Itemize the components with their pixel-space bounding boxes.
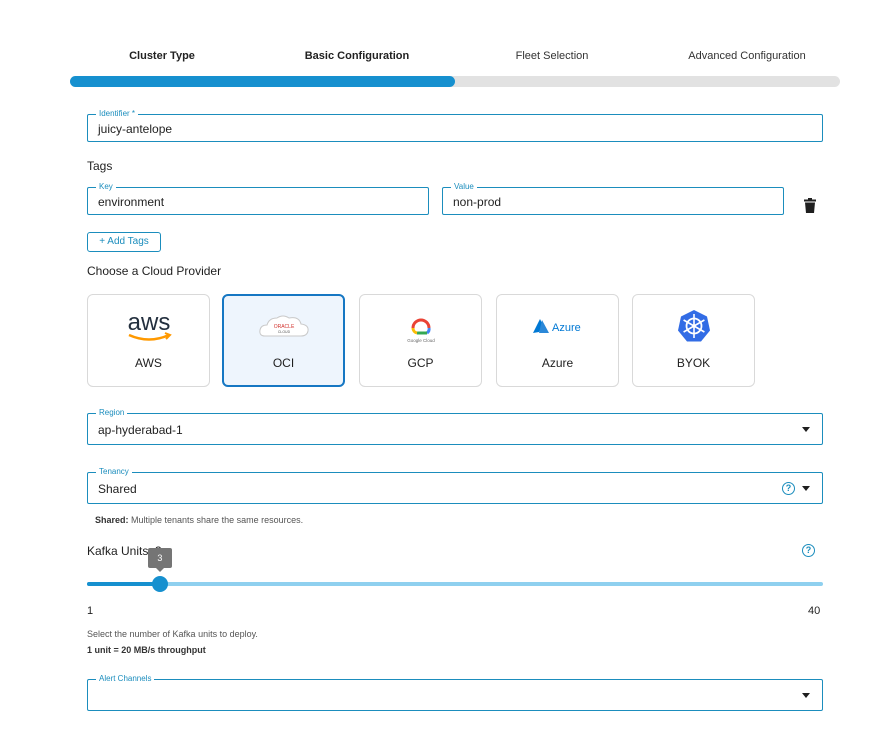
gcp-logo-text: Google Cloud bbox=[407, 338, 435, 343]
provider-name-gcp: GCP bbox=[407, 356, 434, 370]
provider-name-azure: Azure bbox=[541, 356, 574, 370]
chevron-down-icon bbox=[802, 427, 810, 432]
alert-channels-label: Alert Channels bbox=[96, 673, 155, 685]
provider-card-oci[interactable]: ORACLE CLOUD OCI bbox=[222, 294, 345, 387]
tags-title: Tags bbox=[87, 159, 113, 173]
provider-card-aws[interactable]: aws AWS bbox=[87, 294, 210, 387]
tenancy-help-bold: Shared: bbox=[95, 515, 129, 525]
identifier-label: Identifier * bbox=[96, 108, 139, 120]
step-fleet-selection[interactable]: Fleet Selection bbox=[516, 50, 589, 62]
kafka-units-slider-thumb[interactable] bbox=[151, 576, 168, 592]
kafka-units-description: Select the number of Kafka units to depl… bbox=[87, 629, 258, 639]
provider-name-aws: AWS bbox=[135, 356, 162, 370]
kafka-units-throughput-note: 1 unit = 20 MB/s throughput bbox=[87, 645, 206, 655]
step-cluster-type[interactable]: Cluster Type bbox=[129, 50, 195, 62]
chevron-down-icon bbox=[802, 693, 810, 698]
tag-key-value: environment bbox=[98, 195, 165, 209]
tenancy-help-text: Shared: Multiple tenants share the same … bbox=[95, 515, 303, 525]
cloud-provider-title: Choose a Cloud Provider bbox=[87, 264, 222, 278]
stepper: Cluster Type Basic Configuration Fleet S… bbox=[70, 50, 840, 66]
stepper-progress-bar bbox=[70, 76, 840, 87]
tenancy-label: Tenancy bbox=[96, 466, 132, 478]
identifier-value: juicy-antelope bbox=[98, 122, 173, 136]
azure-logo-icon: Azure bbox=[497, 305, 618, 347]
region-label: Region bbox=[96, 407, 128, 419]
stepper-progress-fill bbox=[70, 76, 455, 87]
region-value: ap-hyderabad-1 bbox=[98, 423, 183, 437]
kafka-units-slider-track[interactable] bbox=[87, 582, 823, 586]
help-icon[interactable]: ? bbox=[782, 482, 795, 495]
identifier-field[interactable]: Identifier * juicy-antelope bbox=[87, 108, 823, 142]
oracle-logo-subtext: CLOUD bbox=[277, 330, 290, 334]
kafka-min-label: 1 bbox=[87, 605, 94, 617]
aws-logo-text: aws bbox=[127, 309, 170, 336]
tenancy-value: Shared bbox=[98, 482, 137, 496]
provider-card-byok[interactable]: BYOK bbox=[632, 294, 755, 387]
region-select[interactable]: Region ap-hyderabad-1 bbox=[87, 407, 823, 445]
alert-channels-select[interactable]: Alert Channels bbox=[87, 673, 823, 711]
kafka-units-slider-fill bbox=[87, 582, 160, 586]
add-tags-button[interactable]: + Add Tags bbox=[87, 232, 161, 252]
tag-value-field[interactable]: Value non-prod bbox=[442, 181, 784, 215]
chevron-down-icon bbox=[802, 486, 810, 491]
tenancy-help-body: Multiple tenants share the same resource… bbox=[128, 515, 304, 525]
step-advanced-configuration[interactable]: Advanced Configuration bbox=[688, 50, 805, 62]
tenancy-select[interactable]: Tenancy Shared ? bbox=[87, 466, 823, 504]
provider-card-azure[interactable]: Azure Azure bbox=[496, 294, 619, 387]
kubernetes-logo-icon bbox=[633, 305, 754, 347]
aws-logo-icon: aws bbox=[88, 305, 209, 347]
provider-name-oci: OCI bbox=[272, 356, 295, 370]
tag-key-field[interactable]: Key environment bbox=[87, 181, 429, 215]
tag-value-label: Value bbox=[451, 181, 477, 193]
step-basic-configuration[interactable]: Basic Configuration bbox=[305, 50, 410, 62]
provider-name-byok: BYOK bbox=[676, 356, 711, 370]
provider-card-gcp[interactable]: Google Cloud GCP bbox=[359, 294, 482, 387]
kafka-max-label: 40 bbox=[808, 605, 821, 617]
kafka-units-tooltip: 3 bbox=[147, 548, 172, 572]
delete-tag-icon[interactable] bbox=[804, 198, 816, 213]
tag-key-label: Key bbox=[96, 181, 116, 193]
kafka-help-icon[interactable]: ? bbox=[802, 544, 815, 557]
oracle-cloud-logo-icon: ORACLE CLOUD bbox=[224, 306, 343, 348]
google-cloud-logo-icon: Google Cloud bbox=[360, 305, 481, 347]
azure-logo-text: Azure bbox=[552, 322, 581, 334]
tag-value-value: non-prod bbox=[453, 195, 502, 209]
